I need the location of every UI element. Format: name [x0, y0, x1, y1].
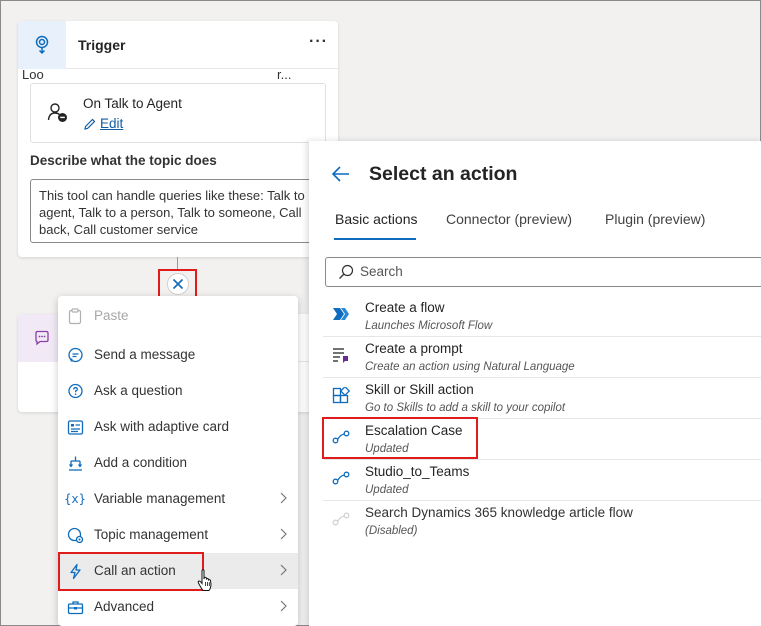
- more-options-button[interactable]: ···: [309, 33, 328, 51]
- chevron-right-icon: [278, 563, 288, 580]
- trigger-icon: [18, 21, 66, 69]
- menu-item-label: Topic management: [94, 527, 209, 542]
- menu-item-label: Call an action: [94, 563, 176, 578]
- action-title: Create a flow: [365, 300, 445, 315]
- close-button-highlight: [158, 269, 197, 299]
- menu-item-label: Ask a question: [94, 383, 183, 398]
- panel-title: Select an action: [369, 163, 518, 185]
- select-action-panel: Select an action Basic actions Connector…: [309, 141, 761, 626]
- action-item-studio-to-teams[interactable]: Studio_to_Teams Updated: [323, 460, 761, 501]
- action-item-create-flow[interactable]: Create a flow Launches Microsoft Flow: [323, 296, 761, 337]
- search-icon: [338, 264, 354, 285]
- menu-item-ask-question[interactable]: Ask a question: [58, 373, 298, 409]
- close-button[interactable]: [166, 273, 189, 295]
- question-icon: [66, 382, 84, 400]
- chevron-right-icon: [278, 527, 288, 544]
- trigger-header: Trigger ···: [18, 21, 338, 69]
- back-button[interactable]: [331, 165, 351, 188]
- menu-item-adaptive-card[interactable]: Ask with adaptive card: [58, 409, 298, 445]
- hand-cursor-icon: [197, 569, 213, 598]
- menu-item-label: Paste: [94, 308, 129, 323]
- message-node-text-end: r...: [277, 67, 292, 82]
- action-subtitle: Updated: [365, 443, 409, 455]
- active-tab-indicator: [334, 238, 416, 240]
- trigger-title: Trigger: [78, 37, 126, 53]
- action-item-search-dynamics: Search Dynamics 365 knowledge article fl…: [323, 501, 761, 542]
- action-title: Escalation Case: [365, 423, 463, 438]
- topic-icon: [66, 526, 84, 544]
- prompt-icon: [331, 345, 351, 365]
- variable-icon: {x}: [64, 492, 86, 506]
- tab-plugin[interactable]: Plugin (preview): [605, 211, 705, 227]
- menu-item-label: Variable management: [94, 491, 226, 506]
- action-subtitle: Create an action using Natural Language: [365, 361, 575, 373]
- person-chat-icon: [47, 102, 69, 129]
- search-input[interactable]: [360, 264, 740, 279]
- action-item-escalation-case[interactable]: Escalation Case Updated: [323, 419, 761, 460]
- describe-label: Describe what the topic does: [30, 153, 217, 168]
- action-subtitle: Go to Skills to add a skill to your copi…: [365, 402, 566, 414]
- menu-item-add-condition[interactable]: Add a condition: [58, 445, 298, 481]
- chat-icon: [66, 346, 84, 364]
- trigger-card: Trigger ··· On Talk to Agent Edit Descri…: [18, 21, 338, 257]
- menu-item-label: Ask with adaptive card: [94, 419, 230, 434]
- menu-item-label: Advanced: [94, 599, 155, 614]
- action-item-skill[interactable]: Skill or Skill action Go to Skills to ad…: [323, 378, 761, 419]
- toolbox-icon: [66, 598, 84, 616]
- trigger-event-title: On Talk to Agent: [83, 96, 182, 111]
- flow-icon: [331, 427, 351, 447]
- action-item-create-prompt[interactable]: Create a prompt Create an action using N…: [323, 337, 761, 378]
- chevron-right-icon: [278, 491, 288, 508]
- skill-icon: [331, 386, 351, 406]
- arrow-left-icon: [331, 166, 349, 182]
- menu-item-label: Send a message: [94, 347, 196, 362]
- add-node-menu: Paste Send a message Ask a question Ask …: [58, 296, 298, 626]
- menu-item-paste: Paste: [58, 298, 298, 334]
- edit-link[interactable]: Edit: [83, 116, 123, 131]
- card-icon: [66, 418, 84, 436]
- flow-icon: [331, 468, 351, 488]
- chevron-right-icon: [278, 599, 288, 616]
- menu-item-variable-management[interactable]: {x} Variable management: [58, 481, 298, 517]
- tab-basic-actions[interactable]: Basic actions: [335, 211, 417, 227]
- flow-icon: [331, 509, 351, 529]
- menu-item-call-action[interactable]: Call an action: [58, 553, 298, 589]
- branch-icon: [66, 454, 84, 472]
- menu-item-topic-management[interactable]: Topic management: [58, 517, 298, 553]
- action-title: Create a prompt: [365, 341, 463, 356]
- menu-item-label: Add a condition: [94, 455, 188, 470]
- clipboard-icon: [66, 307, 84, 325]
- action-subtitle: Updated: [365, 484, 409, 496]
- pencil-icon: [84, 118, 96, 130]
- action-subtitle: (Disabled): [365, 525, 418, 537]
- menu-item-send-message[interactable]: Send a message: [58, 337, 298, 373]
- power-automate-icon: [331, 304, 351, 324]
- menu-item-advanced[interactable]: Advanced: [58, 589, 298, 625]
- action-title: Studio_to_Teams: [365, 464, 470, 479]
- edit-label: Edit: [100, 116, 124, 131]
- lightning-icon: [66, 562, 84, 580]
- tab-connector[interactable]: Connector (preview): [446, 211, 572, 227]
- search-box: [325, 257, 761, 287]
- message-node-text: Loo: [22, 67, 44, 82]
- action-title: Skill or Skill action: [365, 382, 474, 397]
- close-icon: [172, 278, 183, 290]
- action-subtitle: Launches Microsoft Flow: [365, 320, 493, 332]
- trigger-event: On Talk to Agent Edit: [30, 83, 326, 143]
- describe-textarea[interactable]: This tool can handle queries like these:…: [30, 179, 330, 243]
- action-title: Search Dynamics 365 knowledge article fl…: [365, 505, 633, 520]
